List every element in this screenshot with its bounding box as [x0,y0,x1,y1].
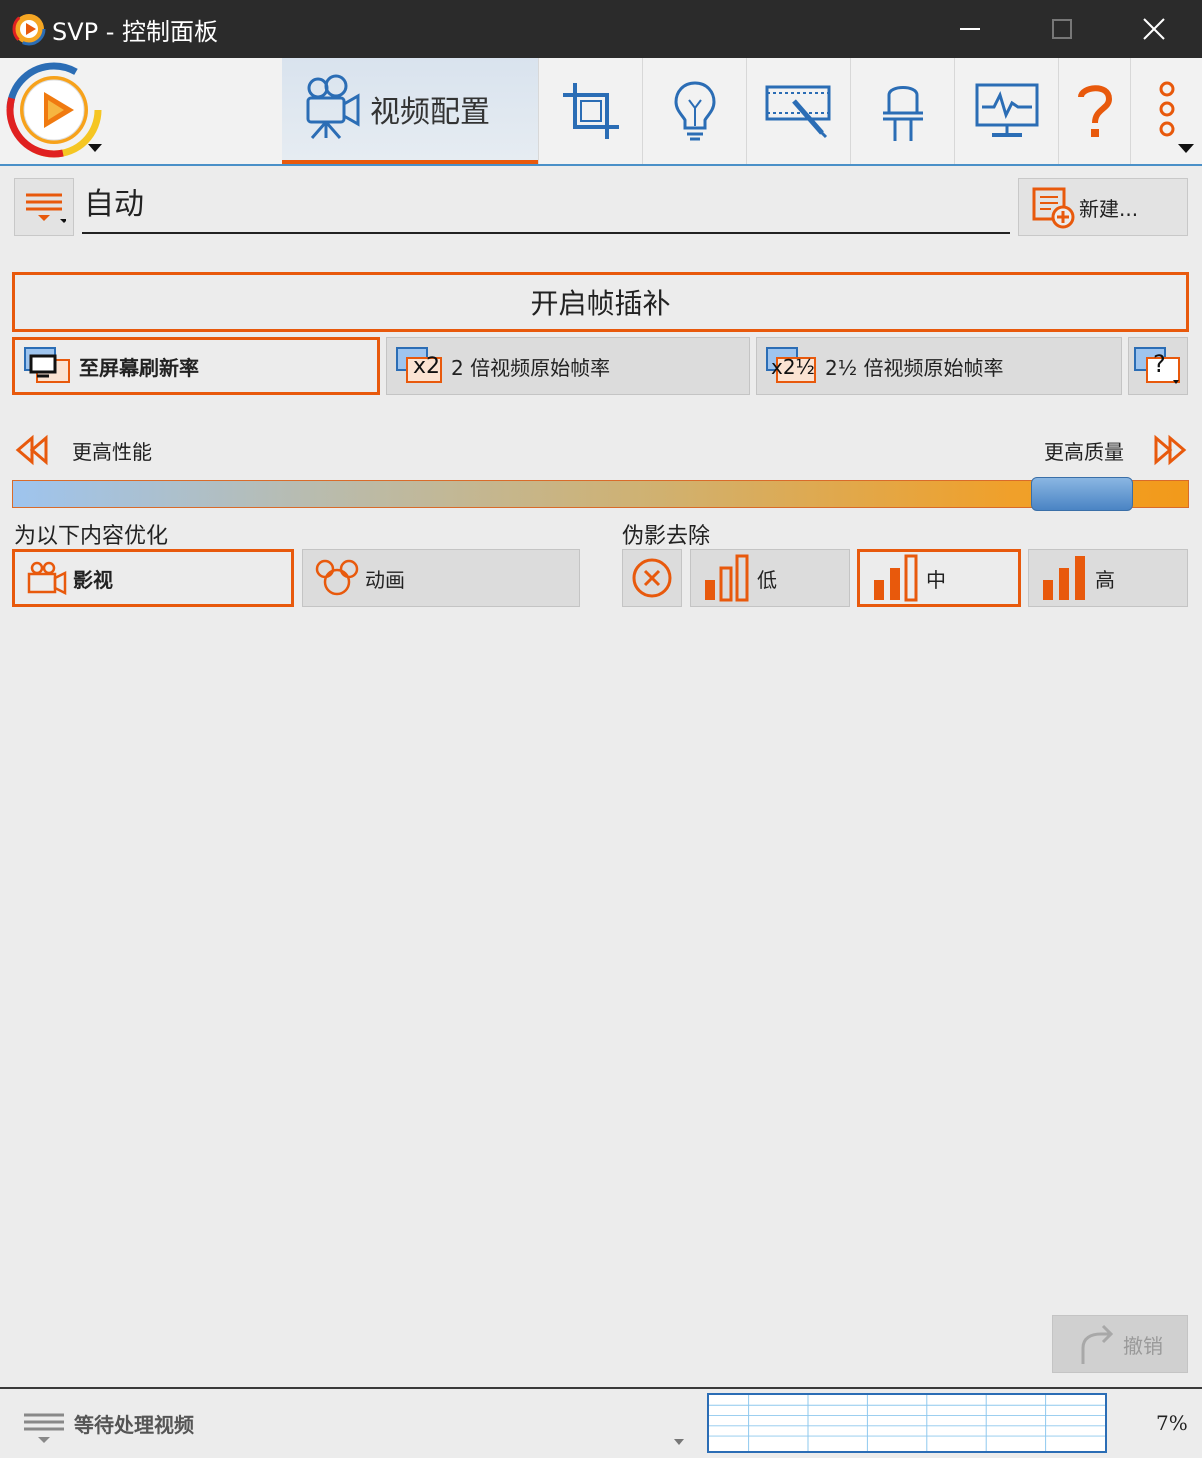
new-profile-button[interactable]: 新建... [1018,178,1188,236]
movie-camera-icon [306,74,360,139]
optimize-option-anime-label: 动画 [365,567,405,592]
x2-badge-text: x2 [413,354,441,379]
tab-help[interactable] [1058,58,1130,164]
tab-video-profiles-label: 视频配置 [370,95,490,130]
fast-forward-icon[interactable] [1152,434,1188,466]
more-caret-icon[interactable] [1178,144,1194,153]
custom-rate-badge: ? [1153,350,1166,378]
mouse-ears-icon [315,559,359,596]
x2-5-badge-text: x2½ [771,355,815,379]
artifact-option-medium-label: 中 [926,567,946,592]
rate-option-screen[interactable]: 至屏幕刷新率 [12,337,380,395]
close-button[interactable] [1108,0,1200,58]
status-bar: 等待处理视频 7% [0,1387,1202,1458]
quality-slider-thumb[interactable] [1030,477,1133,511]
rate-option-x2-5[interactable]: x2½ 2½ 倍视频原始帧率 [756,337,1122,395]
artifact-option-low-label: 低 [757,567,777,592]
slider-quality-label: 更高质量 [1044,440,1124,464]
maximize-button[interactable] [1016,0,1108,58]
profile-name-field[interactable]: 自动 [82,180,1010,234]
artifact-option-medium[interactable]: 中 [857,549,1021,607]
rate-option-custom-button[interactable]: ? [1128,337,1188,395]
hamburger-menu-icon [26,193,66,223]
rate-option-x2[interactable]: x2 2 倍视频原始帧率 [386,337,750,395]
artifact-option-low[interactable]: 低 [690,549,850,607]
undo-button[interactable]: 撤销 [1052,1315,1188,1373]
help-icon [1077,85,1112,137]
lightbulb-icon [673,81,716,141]
minimize-button[interactable] [924,0,1016,58]
monitor-pulse-icon [975,83,1038,137]
enable-interpolation-button[interactable]: 开启帧插补 [12,272,1189,332]
slider-performance-label: 更高性能 [72,440,152,464]
undo-label: 撤销 [1123,1333,1163,1358]
main-toolbar: 视频配置 [0,58,1202,166]
undo-arrow-icon [1081,1324,1114,1364]
optimize-section-label: 为以下内容优化 [14,524,169,549]
svp-logo-icon [12,12,46,46]
optimize-option-anime[interactable]: 动画 [302,549,580,607]
status-dropdown-caret-icon[interactable] [674,1439,684,1445]
new-profile-icon [1032,187,1075,229]
crop-icon [562,83,619,139]
tab-video-editor[interactable] [746,58,850,164]
close-icon [1143,18,1165,40]
led-icon [882,86,923,141]
tab-monitoring[interactable] [954,58,1058,164]
cancel-circle-icon [632,558,672,598]
minimize-icon [960,28,980,30]
quality-slider-track[interactable] [12,480,1189,508]
tab-lighting[interactable] [642,58,746,164]
signal-bars-low-icon [705,554,749,602]
window-title: SVP - 控制面板 [52,17,219,46]
custom-rate-icon: ? [1133,346,1183,386]
x2-5-badge-icon: x2½ [765,346,819,386]
cpu-load-percent: 7% [1156,1411,1188,1435]
artifact-section-label: 伪影去除 [622,524,711,549]
status-text: 等待处理视频 [74,1413,194,1437]
rate-option-screen-label: 至屏幕刷新率 [79,355,199,380]
signal-bars-high-icon [1043,556,1085,600]
maximize-icon [1052,19,1072,39]
artifact-option-off[interactable] [622,549,682,607]
rate-option-x2-label: 2 倍视频原始帧率 [451,355,611,380]
title-bar: SVP - 控制面板 [0,0,1202,58]
more-icon [1159,81,1174,137]
tab-ambient-light[interactable] [850,58,954,164]
artifact-option-high-label: 高 [1095,567,1115,592]
film-edit-icon [765,85,830,139]
rate-option-x2-5-label: 2½ 倍视频原始帧率 [825,355,1004,380]
signal-bars-medium-icon [874,554,918,602]
tab-crop[interactable] [538,58,642,164]
movie-camera-small-icon [27,561,67,595]
cpu-load-graph [707,1393,1107,1453]
enable-interpolation-label: 开启帧插补 [530,287,671,320]
profile-menu-button[interactable] [14,178,74,236]
tab-video-profiles[interactable]: 视频配置 [282,58,538,164]
optimize-option-movies[interactable]: 影视 [12,549,294,607]
rewind-icon[interactable] [14,434,50,466]
status-menu-icon[interactable] [24,1411,66,1447]
new-profile-label: 新建... [1079,196,1139,221]
artifact-option-high[interactable]: 高 [1028,549,1188,607]
optimize-option-movies-label: 影视 [73,567,113,592]
logo-menu-caret-icon[interactable] [88,144,102,152]
screen-refresh-icon [24,347,70,383]
x2-badge-icon: x2 [395,346,445,386]
